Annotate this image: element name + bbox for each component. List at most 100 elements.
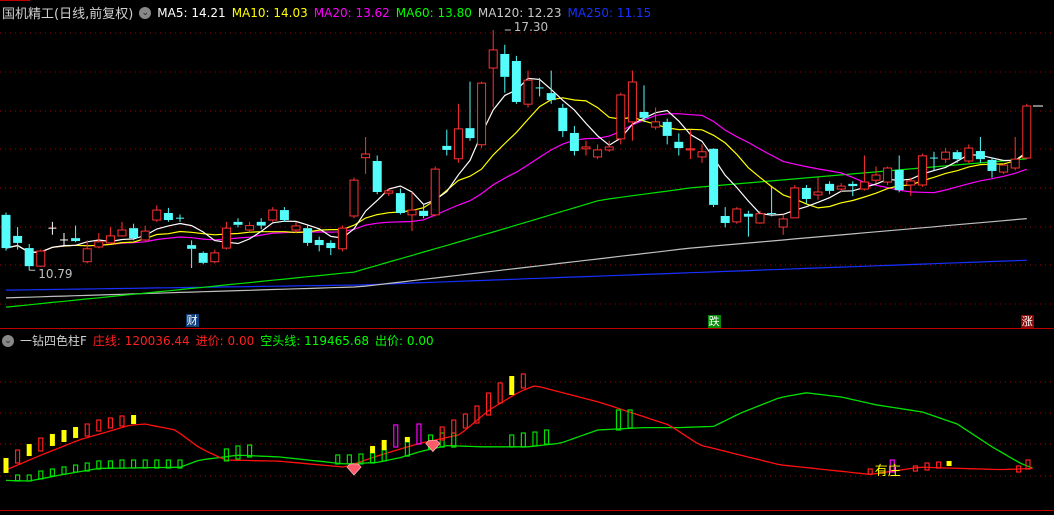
candle-down <box>546 93 556 101</box>
candle-down <box>720 215 730 223</box>
ma120-line <box>5 218 1027 299</box>
indicator-bar-yellow <box>26 444 32 457</box>
candle-down <box>303 228 313 243</box>
candle-up <box>453 128 463 160</box>
candle-up <box>778 218 788 228</box>
candle-up <box>581 146 591 150</box>
indicator-name: 一钻四色柱F <box>20 334 87 348</box>
zhuang-line-value: 庄线: 120036.44 <box>92 334 190 348</box>
candle-up <box>593 149 603 158</box>
candle-up <box>349 179 359 217</box>
stock-chart[interactable] <box>0 0 1054 515</box>
indicator-bar-green <box>543 429 550 445</box>
candle-up <box>210 252 220 263</box>
indicator-bar-red <box>912 465 919 472</box>
candle-down <box>256 221 266 226</box>
indicator-bar-red <box>38 437 44 452</box>
candle-down <box>767 213 777 215</box>
indicator-bar-yellow <box>3 457 9 473</box>
candle-up <box>105 235 115 244</box>
indicator-bar-green <box>131 459 137 469</box>
chevron-down-icon[interactable]: ⌄ <box>139 6 152 19</box>
indicator-bar-red <box>924 462 930 471</box>
candle-down <box>198 252 208 263</box>
candle-up <box>291 225 301 231</box>
indicator-bar-green <box>615 409 622 431</box>
indicator-bar-green <box>154 459 160 469</box>
candle-up <box>883 167 893 183</box>
indicator-bar-red <box>867 468 873 475</box>
candle-up <box>732 208 742 223</box>
indicator-bar-green <box>119 459 125 469</box>
candle-up <box>245 225 255 231</box>
candle-down <box>987 159 997 171</box>
candle-down <box>674 141 684 149</box>
candle-down <box>233 221 243 225</box>
candle-down <box>743 213 753 217</box>
ma60-line <box>5 158 1027 308</box>
you-zhuang-label: 有庄 <box>874 464 901 479</box>
candle-down <box>825 183 835 191</box>
candle-down <box>187 245 197 249</box>
candle-down <box>24 248 34 267</box>
candle-down <box>894 169 904 191</box>
indicator-bar-red <box>462 413 468 429</box>
ma60-value: MA60: 13.80 <box>395 5 472 20</box>
main-chart-header: 国机精工(日线,前复权) ⌄ MA5: 14.21 MA10: 14.03 MA… <box>2 3 652 23</box>
candle-down <box>500 53 510 77</box>
candle-up <box>906 180 916 186</box>
candle-up <box>407 209 417 216</box>
indicator-bar-green <box>61 466 67 475</box>
event-marker-zhang[interactable]: 涨 <box>1020 315 1034 328</box>
event-marker-die[interactable]: 跌 <box>707 315 721 328</box>
event-marker-cai[interactable]: 财 <box>185 314 199 327</box>
jin-price-value: 进价: 0.00 <box>195 334 255 348</box>
indicator-bar-green <box>235 445 241 460</box>
indicator-bar-green <box>38 470 44 480</box>
candle-down <box>129 228 139 239</box>
stock-title: 国机精工(日线,前复权) <box>2 7 134 22</box>
candle-down <box>279 210 289 221</box>
candle-up <box>836 185 846 190</box>
candle-down <box>569 132 579 152</box>
candle-down <box>952 152 962 160</box>
indicator-bar-red <box>451 419 457 434</box>
candle-up <box>94 241 104 248</box>
zhuang-line <box>5 385 1033 476</box>
candle-up <box>36 250 46 267</box>
candle-down <box>465 128 475 139</box>
candle-up <box>813 191 823 196</box>
candle-up <box>140 230 150 241</box>
candle-up <box>859 181 869 190</box>
candle-up <box>790 187 800 219</box>
candle-up <box>430 168 440 216</box>
candle-up <box>477 82 487 146</box>
ma250-value: MA250: 11.15 <box>567 5 652 20</box>
ma120-value: MA120: 12.23 <box>477 5 562 20</box>
indicator-bar-red <box>1025 459 1031 470</box>
indicator-bar-red <box>84 423 90 437</box>
chevron-down-icon[interactable]: ⌄ <box>2 334 14 347</box>
indicator-bar-yellow <box>370 445 376 454</box>
candle-up <box>941 151 951 160</box>
candle-down <box>511 60 521 102</box>
indicator-bar-green <box>346 454 352 465</box>
candle-up <box>82 248 92 263</box>
low-price-label: 10.79 <box>38 267 73 281</box>
diamond-icon <box>346 463 362 476</box>
candle-up <box>152 209 162 221</box>
candle-up <box>999 164 1009 173</box>
candle-up <box>1022 105 1032 159</box>
indicator-bar-green <box>509 434 515 448</box>
candle-up <box>221 227 231 249</box>
kongtou-line-value: 空头线: 119465.68 <box>260 334 370 348</box>
candle-up <box>523 79 533 105</box>
candle-down <box>442 145 452 150</box>
candle-up <box>117 229 127 237</box>
indicator-bar-yellow <box>61 430 67 442</box>
indicator-bar-yellow <box>131 415 137 424</box>
indicator-bar-yellow <box>404 436 410 442</box>
candle-down <box>848 183 858 187</box>
indicator-bar-green <box>72 464 79 473</box>
candle-down <box>975 151 985 160</box>
